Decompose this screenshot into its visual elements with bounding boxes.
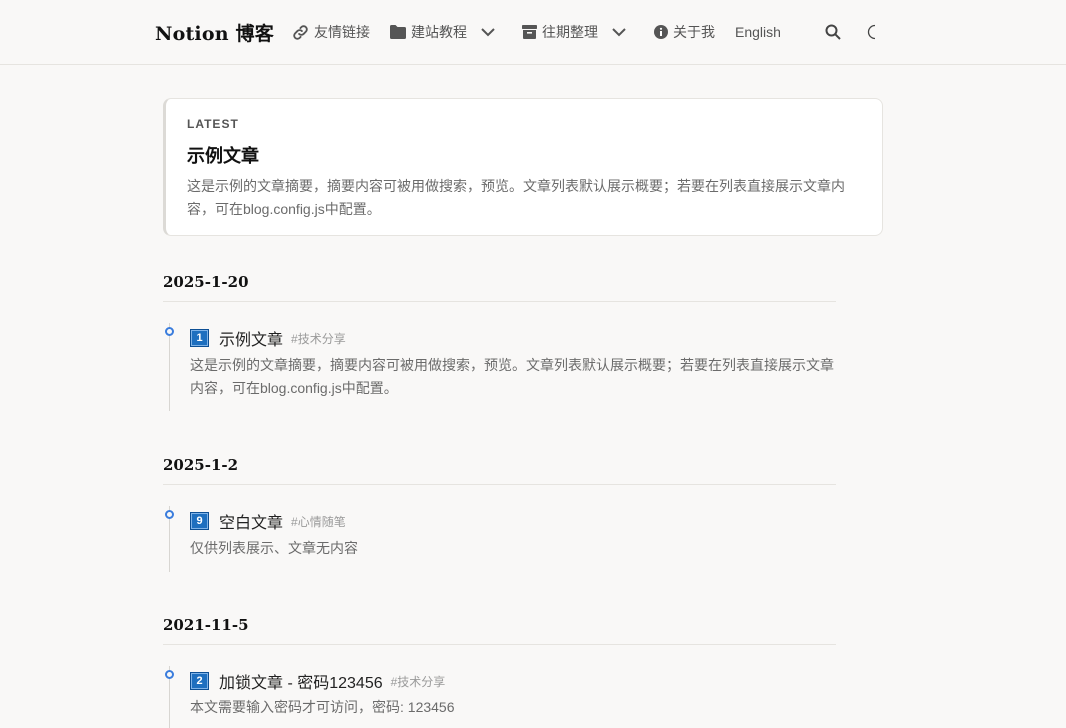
nav-archive[interactable]: 往期整理 bbox=[522, 22, 626, 42]
post-summary: 这是示例的文章摘要，摘要内容可被用做搜索，预览。文章列表默认展示概要；若要在列表… bbox=[190, 357, 834, 396]
archive-icon bbox=[522, 25, 537, 39]
post-number-badge: 2 bbox=[190, 672, 209, 690]
link-icon bbox=[292, 24, 309, 41]
post-title[interactable]: 空白文章 bbox=[219, 509, 283, 533]
timeline-dot bbox=[165, 510, 174, 519]
post-tag[interactable]: #心情随笔 bbox=[291, 513, 346, 530]
post-title[interactable]: 示例文章 bbox=[219, 326, 283, 350]
divider bbox=[163, 644, 836, 645]
nav-about[interactable]: 关于我 bbox=[654, 22, 715, 42]
latest-post-card[interactable]: LATEST 示例文章 这是示例的文章摘要，摘要内容可被用做搜索，预览。文章列表… bbox=[163, 98, 883, 236]
moon-icon[interactable] bbox=[863, 22, 883, 42]
site-header: Notion 博客 友情链接 建站教程 往期整理 关于我 English bbox=[0, 0, 1066, 65]
info-icon bbox=[654, 25, 668, 39]
nav-label: 关于我 bbox=[673, 24, 715, 40]
post-item[interactable]: 1 示例文章 #技术分享 bbox=[190, 327, 346, 349]
post-tag[interactable]: #技术分享 bbox=[391, 673, 446, 690]
latest-post-summary: 这是示例的文章摘要，摘要内容可被用做搜索，预览。文章列表默认展示概要；若要在列表… bbox=[187, 178, 845, 217]
group-date: 2021-11-5 bbox=[163, 616, 249, 634]
site-brand[interactable]: Notion 博客 bbox=[155, 19, 274, 46]
timeline-line bbox=[169, 323, 170, 411]
divider bbox=[163, 484, 836, 485]
nav-language[interactable]: English bbox=[735, 22, 781, 42]
post-tag[interactable]: #技术分享 bbox=[291, 330, 346, 347]
post-number-badge: 1 bbox=[190, 329, 209, 347]
post-item[interactable]: 2 加锁文章 - 密码123456 #技术分享 bbox=[190, 670, 445, 692]
search-icon[interactable] bbox=[823, 22, 843, 42]
chevron-down-icon[interactable] bbox=[481, 27, 495, 37]
latest-label: LATEST bbox=[187, 117, 239, 131]
chevron-down-icon[interactable] bbox=[612, 27, 626, 37]
nav-label: 建站教程 bbox=[411, 24, 467, 40]
post-item[interactable]: 9 空白文章 #心情随笔 bbox=[190, 510, 346, 532]
post-number-badge: 9 bbox=[190, 512, 209, 530]
nav-label: English bbox=[735, 24, 781, 40]
nav-label: 往期整理 bbox=[542, 24, 598, 40]
post-title[interactable]: 加锁文章 - 密码123456 bbox=[219, 669, 383, 693]
post-summary: 仅供列表展示、文章无内容 bbox=[190, 540, 358, 556]
post-summary: 本文需要输入密码才可访问，密码: 123456 bbox=[190, 699, 455, 715]
group-date: 2025-1-20 bbox=[163, 273, 249, 291]
latest-post-title[interactable]: 示例文章 bbox=[187, 142, 259, 168]
timeline-dot bbox=[165, 327, 174, 336]
nav-label: 友情链接 bbox=[314, 24, 370, 40]
nav-tutorials[interactable]: 建站教程 bbox=[390, 22, 495, 42]
folder-icon bbox=[390, 25, 406, 39]
nav-friend-links[interactable]: 友情链接 bbox=[292, 22, 370, 42]
timeline-dot bbox=[165, 670, 174, 679]
divider bbox=[163, 301, 836, 302]
group-date: 2025-1-2 bbox=[163, 456, 239, 474]
